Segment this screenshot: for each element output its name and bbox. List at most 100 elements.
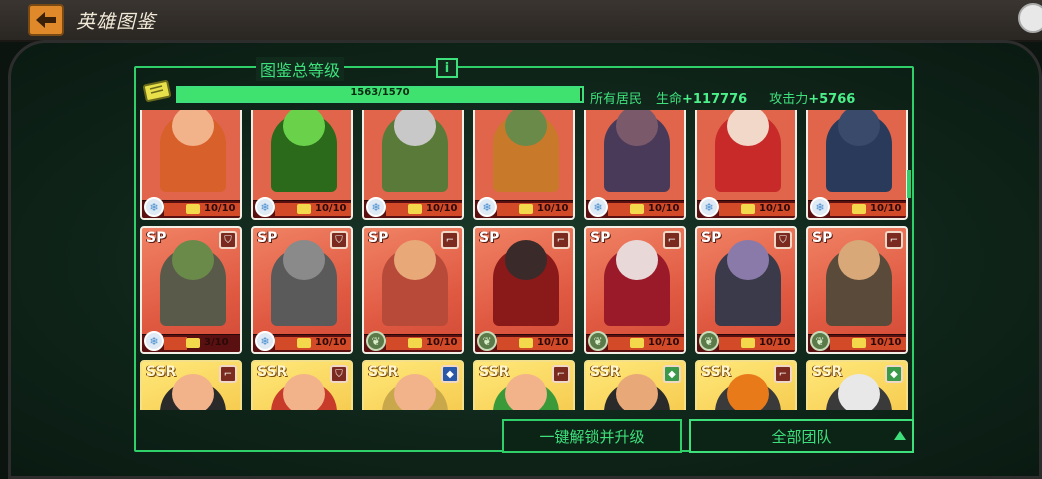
progress-text: 1563/1570 [350, 87, 410, 98]
gun-icon: ⌐ [552, 231, 570, 249]
card-level-text: 10/10 [426, 203, 458, 214]
hero-card[interactable]: SP ⌐ ❦ 10/10 [584, 226, 686, 354]
info-button[interactable]: i [436, 58, 458, 78]
class-icon: ◆ [441, 365, 459, 383]
hero-card[interactable]: ❄ 10/10 [362, 110, 464, 220]
level-bar: ❄ 10/10 [364, 197, 462, 218]
element-leaf-icon: ❦ [588, 331, 608, 351]
hero-card[interactable]: SSR ◆ [584, 360, 686, 410]
back-button[interactable] [28, 4, 64, 36]
life-value: +117776 [682, 92, 748, 107]
hero-card[interactable]: SSR ◆ [362, 360, 464, 410]
collection-title: 图鉴总等级 [256, 57, 345, 81]
card-token-icon [630, 204, 644, 214]
level-bar: ❄ 10/10 [253, 197, 351, 218]
card-level-text: 10/10 [537, 203, 569, 214]
team-filter-dropdown[interactable]: 全部团队 [689, 419, 914, 453]
hero-card[interactable]: ❄ 10/10 [806, 110, 908, 220]
element-snow-icon: ❄ [477, 197, 497, 217]
card-token-icon [186, 204, 200, 214]
card-level-text: 3/10 [204, 337, 229, 348]
hero-card[interactable]: SSR ⌐ [473, 360, 575, 410]
hero-portrait-head [505, 240, 547, 280]
hero-portrait-head [727, 374, 769, 410]
back-arrow-icon [36, 12, 56, 28]
gun-icon: ⌐ [219, 365, 237, 383]
hero-card[interactable]: SP ⌐ ❦ 10/10 [473, 226, 575, 354]
element-snow-icon: ❄ [144, 331, 164, 351]
card-token-icon [297, 338, 311, 348]
residents-label: 所有居民 [590, 92, 643, 107]
hero-card[interactable]: SSR ⌐ [140, 360, 242, 410]
hero-card[interactable]: ❄ 10/10 [584, 110, 686, 220]
rarity-label: SP [701, 230, 722, 246]
rarity-label: SP [590, 230, 611, 246]
collection-progress-bar: 1563/1570 [176, 86, 584, 103]
level-bar: ❦ 10/10 [475, 331, 573, 352]
page-title: 英雄图鉴 [76, 11, 157, 33]
bonus-stats: 所有居民 生命+117776 攻击力+5766 [590, 88, 855, 107]
card-token-icon [852, 204, 866, 214]
rarity-label: SSR [590, 364, 621, 380]
hero-portrait-head [394, 374, 436, 410]
hero-portrait-head [505, 374, 547, 410]
shield-icon: ⛉ [330, 365, 348, 383]
rarity-label: SSR [368, 364, 399, 380]
shield-icon: ⛉ [219, 231, 237, 249]
level-bar: ❦ 10/10 [697, 331, 795, 352]
hero-card-grid: ❄ 10/10 ❄ 10/10 ❄ 10/10 ❄ 10/10 ❄ 10/10 ❄ 10/10 ❄ 10/… [136, 110, 912, 410]
hero-card[interactable]: ❄ 10/10 [473, 110, 575, 220]
card-level-text: 10/10 [648, 203, 680, 214]
hero-card[interactable]: SP ⛉ ❄ 10/10 [251, 226, 353, 354]
attack-value: +5766 [808, 92, 856, 107]
hero-card[interactable]: ❄ 10/10 [140, 110, 242, 220]
hero-card[interactable]: SSR ◆ [806, 360, 908, 410]
element-snow-icon: ❄ [255, 331, 275, 351]
element-leaf-icon: ❦ [477, 331, 497, 351]
shield-icon: ⛉ [330, 231, 348, 249]
hero-card[interactable]: SP ⛉ ❦ 10/10 [695, 226, 797, 354]
card-token-icon [186, 338, 200, 348]
hero-card[interactable]: SP ⌐ ❦ 10/10 [806, 226, 908, 354]
hero-card[interactable]: SP ⌐ ❦ 10/10 [362, 226, 464, 354]
card-token-icon [852, 338, 866, 348]
level-bar: ❦ 10/10 [808, 331, 906, 352]
class-icon: ◆ [663, 365, 681, 383]
hero-card[interactable]: SP ⛉ ❄ 3/10 [140, 226, 242, 354]
rarity-label: SP [146, 230, 167, 246]
card-level-text: 10/10 [870, 337, 902, 348]
bottom-divider [136, 450, 496, 452]
unlock-all-button[interactable]: 一键解锁并升级 [502, 419, 682, 453]
element-snow-icon: ❄ [144, 197, 164, 217]
level-bar: ❄ 10/10 [253, 331, 351, 352]
rarity-label: SSR [479, 364, 510, 380]
element-snow-icon: ❄ [588, 197, 608, 217]
level-bar: ❄ 3/10 [142, 331, 240, 352]
rarity-label: SSR [701, 364, 732, 380]
gun-icon: ⌐ [441, 231, 459, 249]
hero-portrait-head [283, 240, 325, 280]
hero-card[interactable]: ❄ 10/10 [251, 110, 353, 220]
hero-portrait-head [838, 374, 880, 410]
card-level-text: 10/10 [870, 203, 902, 214]
rarity-label: SP [812, 230, 833, 246]
scrollbar[interactable] [907, 170, 911, 198]
element-leaf-icon: ❦ [699, 331, 719, 351]
hero-card[interactable]: SSR ⛉ [251, 360, 353, 410]
hero-portrait-head [283, 374, 325, 410]
hero-card[interactable]: ❄ 10/10 [695, 110, 797, 220]
rarity-label: SP [368, 230, 389, 246]
card-level-text: 10/10 [315, 337, 347, 348]
menu-button[interactable] [1018, 3, 1042, 33]
rarity-label: SSR [812, 364, 843, 380]
card-token-icon [741, 204, 755, 214]
level-bar: ❄ 10/10 [475, 197, 573, 218]
level-bar: ❄ 10/10 [142, 197, 240, 218]
element-snow-icon: ❄ [366, 197, 386, 217]
rarity-label: SP [257, 230, 278, 246]
element-leaf-icon: ❦ [810, 331, 830, 351]
hero-portrait-head [616, 240, 658, 280]
hero-card[interactable]: SSR ⌐ [695, 360, 797, 410]
card-token-icon [630, 338, 644, 348]
level-fill [164, 337, 187, 350]
